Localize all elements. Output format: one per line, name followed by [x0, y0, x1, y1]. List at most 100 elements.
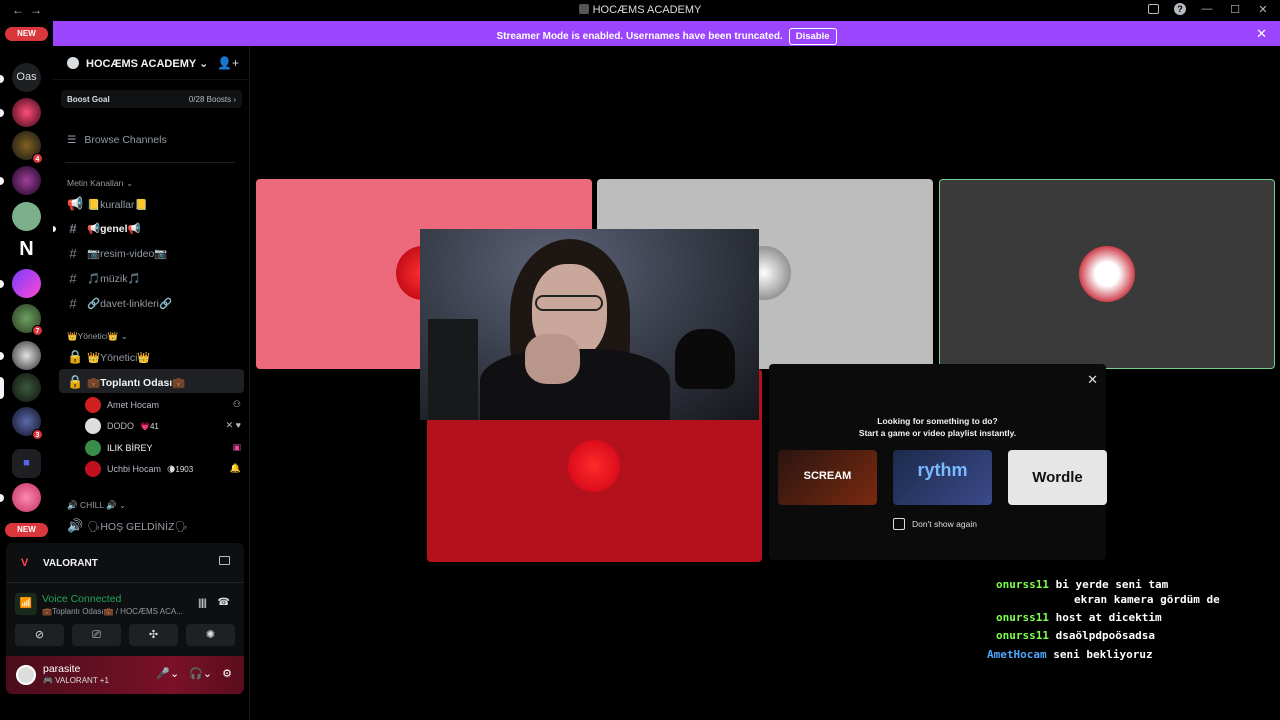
channel-kurallar[interactable]: 📢 📒kurallar📒 [67, 196, 148, 212]
valorant-icon: V [21, 557, 29, 569]
server-icon-10[interactable] [12, 483, 41, 512]
soundboard-button[interactable]: ✺ [186, 624, 235, 646]
settings-gear-icon[interactable]: ⚙ [222, 667, 232, 680]
server-icon-4[interactable] [12, 202, 41, 231]
channel-genel[interactable]: # 📢genel📢 [67, 221, 140, 236]
activity-list: SCREAM rythm Wordle [778, 450, 1107, 505]
list-icon: ☰ [67, 134, 77, 146]
title-bar: ←→ HOCÆMS ACADEMY ? — ☐ ✕ [0, 0, 1280, 21]
unread-indicator [0, 494, 4, 502]
folder-icon[interactable]: ■ [12, 449, 41, 478]
unread-indicator [0, 177, 4, 185]
voice-channel-toplanti[interactable]: 🔒 💼Toplantı Odası💼 [67, 374, 185, 390]
selected-indicator [0, 377, 4, 399]
window-title: HOCÆMS ACADEMY [0, 4, 1280, 16]
channel-muzik[interactable]: # 🎵müzik🎵 [67, 271, 140, 286]
activity-wordle[interactable]: Wordle [1008, 450, 1107, 505]
lock-icon: 🔒 [67, 349, 84, 364]
browse-channels[interactable]: ☰ Browse Channels [67, 134, 167, 146]
hash-icon: # [69, 221, 77, 236]
noise-suppression-icon[interactable]: ||||| [198, 598, 207, 609]
channel-davet-linkleri[interactable]: # 🔗davet-linkleri🔗 [67, 296, 172, 311]
unread-indicator [0, 109, 4, 117]
bell-icon: 🔔 [229, 463, 241, 473]
divider [65, 162, 235, 163]
activity-label: VALORANT [43, 558, 98, 569]
participant-tile-speaking[interactable] [939, 179, 1275, 369]
share-screen-button[interactable]: ⎚ [72, 624, 121, 646]
channel-yonetici[interactable]: 🔒 👑Yönetici👑 [67, 349, 151, 365]
signal-icon[interactable]: 📶 [15, 593, 37, 615]
participant-avatar [1079, 246, 1135, 302]
invite-icon[interactable]: 👤+ [217, 56, 239, 70]
chat-message: onurss11 dsaölpdpoösadsa [996, 629, 1155, 642]
camera-off-button[interactable]: ⊘ [15, 624, 64, 646]
server-name: HOCÆMS ACADEMY [86, 58, 197, 70]
activity-scream[interactable]: SCREAM [778, 450, 877, 505]
new-badge: NEW [5, 27, 48, 41]
category-text-channels[interactable]: Metin Kanalları ⌄ [67, 178, 133, 189]
new-badge: NEW [5, 523, 48, 537]
inbox-icon[interactable] [1146, 2, 1160, 16]
voice-user[interactable]: Uchbi Hocam 🌘1903 [85, 461, 193, 477]
activity-rythm[interactable]: rythm [893, 450, 992, 505]
server-badge-icon [67, 57, 79, 69]
server-icon-7[interactable] [12, 341, 41, 370]
voice-channel-hos-geldiniz[interactable]: 🔊 🗣HOŞ GELDİNİZ🗣 [67, 518, 188, 534]
category-chill[interactable]: 🔊 CHİLL 🔊 ⌄ [67, 500, 126, 511]
banner-close-icon[interactable]: ✕ [1256, 26, 1267, 42]
server-icon-n[interactable]: N [12, 235, 41, 264]
webcam-stream[interactable] [420, 229, 759, 420]
speaker-icon: 🔊 [67, 518, 84, 533]
server-icon [578, 4, 589, 14]
maximize-button[interactable]: ☐ [1228, 2, 1242, 16]
username[interactable]: parasite [43, 663, 80, 675]
voice-buttons: ⊘ ⎚ ✣ ✺ [15, 624, 235, 646]
server-header[interactable]: HOCÆMS ACADEMY ⌄ 👤+ [53, 46, 249, 80]
voice-status[interactable]: Voice Connected [42, 593, 121, 605]
category-yonetici[interactable]: 👑Yönetici👑 ⌄ [67, 331, 128, 342]
mention-badge: 4 [32, 153, 43, 164]
announcement-icon: 📢 [67, 196, 84, 211]
avatar [85, 440, 101, 456]
voice-user[interactable]: Amet Hocam [85, 397, 159, 413]
streamer-mode-banner: Streamer Mode is enabled. Usernames have… [53, 21, 1280, 46]
headphones-icon[interactable]: 🎧⌄ [189, 667, 212, 680]
voice-user[interactable]: DODO 💗41 [85, 418, 159, 434]
activity-suggestion-card: ✕ Looking for something to do? Start a g… [769, 364, 1107, 560]
user-status: 🎮 VALORANT +1 [43, 676, 109, 685]
boost-goal[interactable]: Boost Goal 0/28 Boosts › [61, 90, 242, 108]
chat-message: onurss11 bi yerde seni tam [996, 578, 1169, 591]
minimize-button[interactable]: — [1200, 2, 1214, 16]
chat-message: AmetHocam seni bekliyoruz [987, 648, 1153, 661]
card-close-icon[interactable]: ✕ [1087, 372, 1098, 388]
unread-indicator [0, 75, 4, 83]
close-window-button[interactable]: ✕ [1256, 2, 1270, 16]
avatar [85, 418, 101, 434]
chat-message: onurss11 host at dicektim [996, 611, 1162, 624]
user-avatar[interactable] [16, 665, 36, 685]
checkbox[interactable] [893, 518, 905, 530]
microphone-icon[interactable]: 🎤⌄ [156, 667, 179, 680]
unread-indicator [0, 352, 4, 360]
activity-row[interactable]: V VALORANT [6, 543, 244, 583]
game-icon: ▣ [232, 442, 241, 452]
activities-button[interactable]: ✣ [129, 624, 178, 646]
mention-badge: 3 [32, 429, 43, 440]
voice-user[interactable]: ILIK BİREY [85, 440, 153, 456]
server-oas[interactable]: Oas [12, 63, 41, 92]
help-icon[interactable]: ? [1174, 3, 1186, 15]
server-icon-1[interactable] [12, 98, 41, 127]
channel-resim-video[interactable]: # 📷resim-video📷 [67, 246, 167, 261]
disconnect-icon[interactable]: ☎ [218, 597, 230, 608]
unread-indicator [53, 226, 56, 232]
dont-show-again[interactable]: Don't show again [893, 518, 977, 530]
disable-button[interactable]: Disable [788, 28, 837, 45]
participant-avatar [568, 440, 620, 492]
server-icon-5[interactable] [12, 269, 41, 298]
hash-icon: # [69, 271, 77, 286]
user-area: parasite 🎮 VALORANT +1 🎤⌄ 🎧⌄ ⚙ [6, 656, 244, 694]
server-icon-3[interactable] [12, 166, 41, 195]
server-icon-8[interactable] [12, 373, 41, 402]
screen-share-icon[interactable] [219, 556, 230, 565]
